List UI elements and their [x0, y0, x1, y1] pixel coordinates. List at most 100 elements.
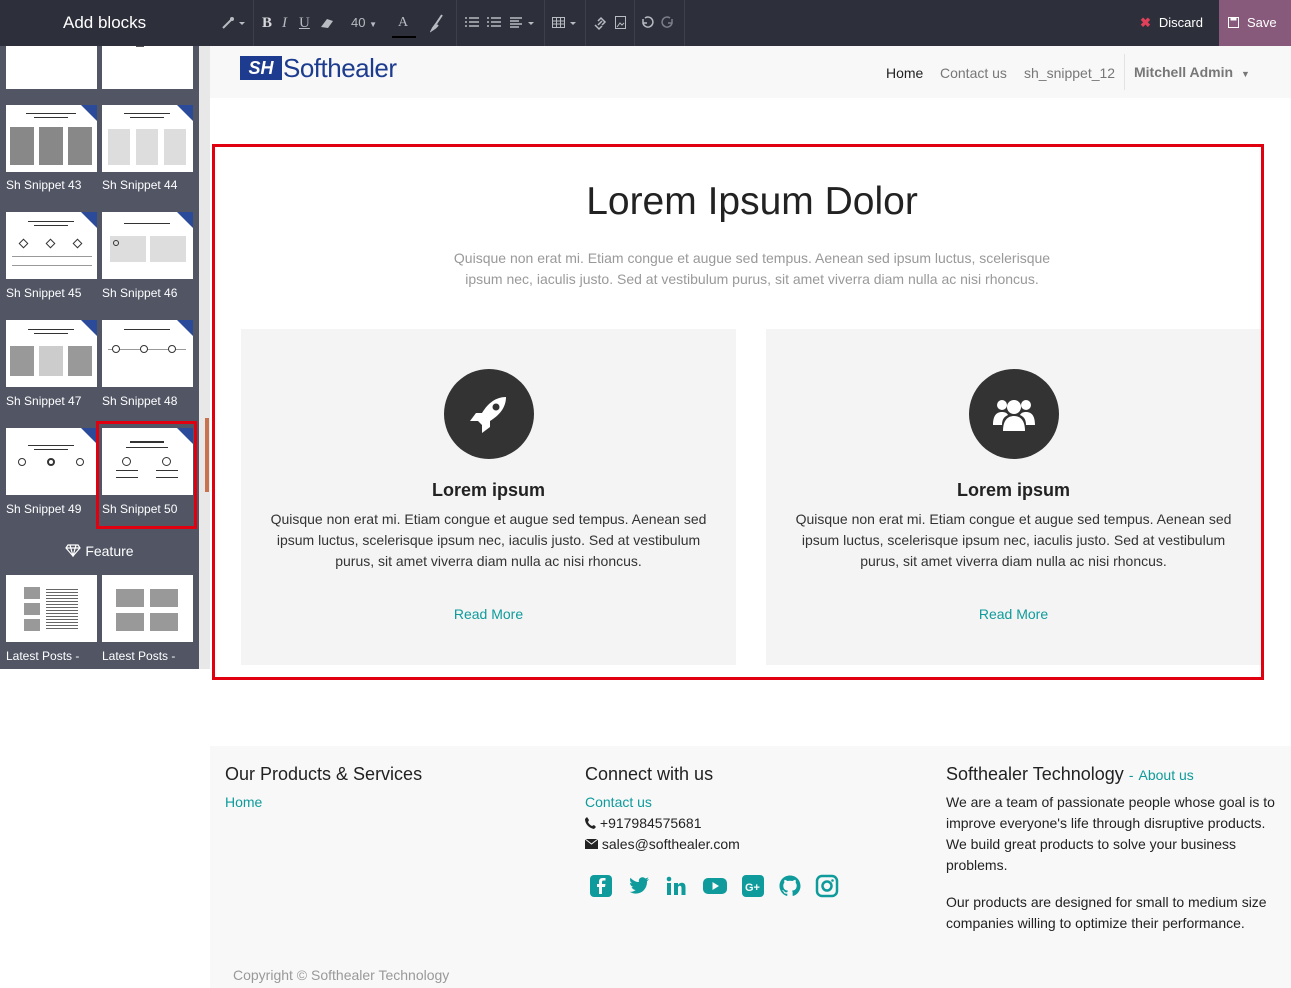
nav-sh-snippet-12[interactable]: sh_snippet_12 [1024, 65, 1115, 81]
link-icon[interactable] [593, 0, 607, 46]
image-icon[interactable] [614, 0, 628, 46]
copyright-text: Copyright © Softhealer Technology [233, 967, 450, 983]
toolbar-separator [634, 0, 635, 46]
sh-badge-icon [81, 428, 97, 444]
site-header: SH Softhealer Home Contact us sh_snippet… [210, 46, 1291, 98]
latest-posts-label-1[interactable]: Latest Posts - [6, 649, 79, 663]
snippet-label-43[interactable]: Sh Snippet 43 [6, 178, 81, 192]
github-icon[interactable] [778, 874, 802, 898]
logo-badge: SH [240, 56, 282, 80]
selected-snippet-highlight [96, 421, 197, 529]
sh-badge-icon [177, 212, 193, 228]
snippet-thumb-47[interactable] [6, 320, 97, 387]
snippet-thumb-46[interactable] [102, 212, 193, 279]
about-us-link[interactable]: About us [1139, 767, 1194, 783]
undo-icon[interactable] [640, 0, 654, 46]
user-name: Mitchell Admin [1134, 64, 1234, 80]
company-heading: Softhealer Technology - About us [946, 764, 1194, 785]
nav-contact-us[interactable]: Contact us [940, 65, 1007, 81]
snippet-label-42[interactable]: Sh Snippet 42 [102, 71, 177, 85]
snippet-list[interactable]: Sh Snippet 41 Sh Snippet 42 Sh Snippet 4… [0, 46, 199, 669]
toolbar-separator [253, 0, 254, 46]
feature-heading-label: Feature [85, 543, 134, 559]
snippet-thumb-45[interactable] [6, 212, 97, 279]
instagram-icon[interactable] [815, 874, 839, 898]
feature-heading: Feature [0, 543, 199, 559]
about-paragraph-1: We are a team of passionate people whose… [946, 794, 1275, 873]
floppy-disk-icon [1228, 1, 1239, 47]
snippet-label-45[interactable]: Sh Snippet 45 [6, 286, 81, 300]
underline-icon[interactable]: U [299, 0, 310, 46]
toolbar-separator [544, 0, 545, 46]
footer-contact-link[interactable]: Contact us [585, 794, 652, 810]
diamond-icon [65, 543, 85, 559]
toolbar-separator [456, 0, 457, 46]
close-icon: ✖ [1140, 15, 1151, 30]
sh-badge-icon [177, 105, 193, 121]
redo-icon[interactable] [661, 0, 675, 46]
snippet-thumb-48[interactable] [102, 320, 193, 387]
sidebar-scroll-thumb[interactable] [205, 418, 209, 492]
sidebar-scrollbar[interactable] [199, 46, 210, 669]
snippet-label-41[interactable]: Sh Snippet 41 [6, 71, 81, 85]
facebook-icon[interactable] [589, 874, 613, 898]
sh-badge-icon [81, 105, 97, 121]
snippet-label-47[interactable]: Sh Snippet 47 [6, 394, 81, 408]
toolbar-separator [585, 0, 586, 46]
email-address: sales@softhealer.com [601, 836, 740, 852]
linkedin-icon[interactable] [664, 874, 688, 898]
bold-icon[interactable]: B [262, 0, 272, 46]
logo-text: Softhealer [283, 53, 397, 83]
font-color-icon[interactable]: A [392, 0, 416, 46]
latest-posts-thumb-2[interactable] [102, 575, 193, 642]
snippet-thumb-49[interactable] [6, 428, 97, 495]
user-menu[interactable]: Mitchell Admin ▼ [1124, 54, 1254, 90]
toolbar-separator [684, 0, 685, 46]
paragraph-align-dropdown[interactable] [510, 0, 538, 46]
save-button[interactable]: Save [1219, 0, 1291, 46]
sidebar-title: Add blocks [0, 0, 210, 46]
snippet-label-48[interactable]: Sh Snippet 48 [102, 394, 177, 408]
latest-posts-thumb-1[interactable] [6, 575, 97, 642]
snippet-sidebar: Add blocks Sh Snippet 41 Sh Snippet 42 S… [0, 0, 210, 988]
phone-number: +917984575681 [599, 815, 702, 831]
magic-wand-icon[interactable] [221, 0, 245, 46]
latest-posts-label-2[interactable]: Latest Posts - [102, 649, 175, 663]
about-paragraph-2: Our products are designed for small to m… [946, 894, 1267, 931]
footer-phone: +917984575681 [585, 813, 702, 834]
unordered-list-icon[interactable] [465, 0, 479, 46]
caret-down-icon: ▼ [1240, 69, 1250, 79]
twitter-icon[interactable] [627, 874, 651, 898]
discard-button[interactable]: ✖ Discard [1128, 0, 1219, 46]
italic-icon[interactable]: I [282, 0, 287, 46]
snippet-selection-frame [212, 144, 1264, 680]
nav-home[interactable]: Home [886, 65, 923, 81]
font-size-dropdown[interactable]: 40 ▼ [351, 0, 377, 46]
ordered-list-icon[interactable] [487, 0, 501, 46]
font-size-value: 40 [351, 15, 366, 30]
youtube-icon[interactable] [702, 874, 727, 898]
sh-badge-icon [81, 320, 97, 336]
snippet-label-49[interactable]: Sh Snippet 49 [6, 502, 81, 516]
snippet-thumb-44[interactable] [102, 105, 193, 172]
sh-badge-icon [177, 320, 193, 336]
site-footer: Our Products & Services Home Connect wit… [210, 746, 1291, 988]
background-color-icon[interactable] [429, 0, 444, 46]
snippet-label-46[interactable]: Sh Snippet 46 [102, 286, 177, 300]
save-label: Save [1247, 15, 1277, 30]
snippet-thumb-43[interactable] [6, 105, 97, 172]
footer-home-link[interactable]: Home [225, 794, 262, 810]
table-icon[interactable] [552, 0, 580, 46]
footer-email: sales@softhealer.com [584, 834, 740, 855]
editor-toolbar: B I U 40 ▼ A ✖ Discard Save [210, 0, 1291, 46]
snippet-label-44[interactable]: Sh Snippet 44 [102, 178, 177, 192]
sh-badge-icon [81, 212, 97, 228]
phone-icon [585, 815, 600, 831]
connect-heading: Connect with us [585, 764, 714, 784]
company-separator: - [1128, 767, 1134, 783]
caret-down-icon: ▼ [369, 20, 378, 29]
discard-label: Discard [1158, 15, 1203, 30]
products-heading: Our Products & Services [225, 764, 423, 784]
google-plus-icon[interactable]: G+ [741, 874, 765, 898]
eraser-icon[interactable] [320, 0, 334, 46]
